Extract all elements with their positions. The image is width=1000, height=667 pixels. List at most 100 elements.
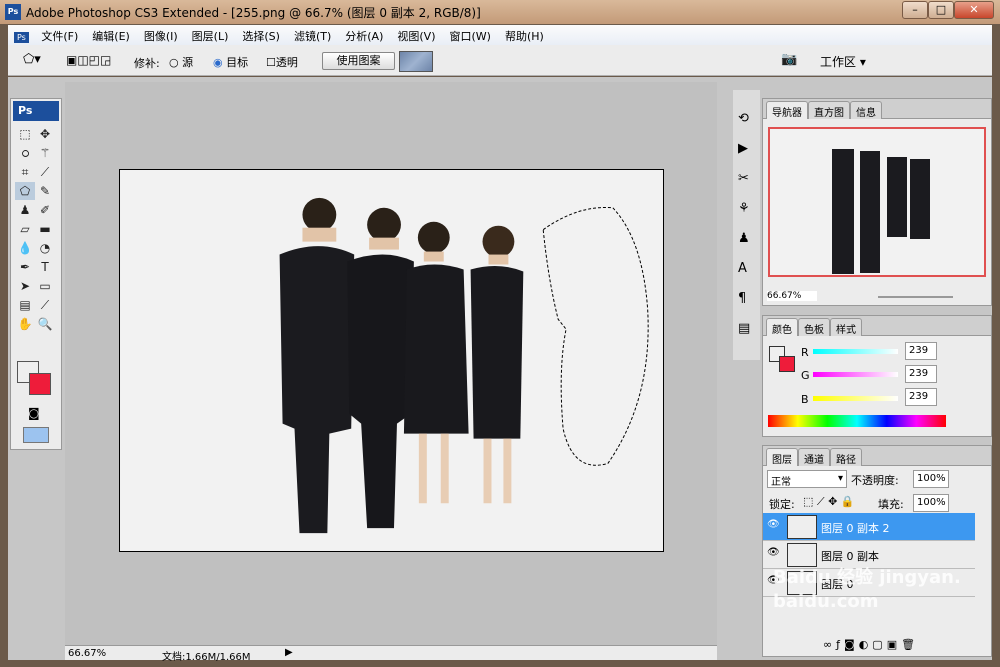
menu-edit[interactable]: 编辑(E)	[85, 25, 137, 44]
close-button[interactable]: ✕	[954, 1, 994, 19]
history-brush-tool-icon[interactable]: ✐	[35, 201, 55, 219]
gradient-tool-icon[interactable]: ▬	[35, 220, 55, 238]
character-icon[interactable]: A	[738, 254, 755, 284]
lock-icons[interactable]: ⬚ ⟋ ✥ 🔒	[803, 495, 855, 509]
bridge-icon[interactable]: 📷	[781, 52, 797, 67]
selection-mode-icons[interactable]: ▣◫◰◲	[66, 53, 111, 67]
zoom-level[interactable]: 66.67%	[68, 648, 106, 659]
marquee-tool-icon[interactable]: ⬚	[15, 125, 35, 143]
tab-color[interactable]: 颜色	[766, 318, 798, 336]
menu-window[interactable]: 窗口(W)	[442, 25, 497, 44]
dodge-tool-icon[interactable]: ◔	[35, 239, 55, 257]
use-pattern-button[interactable]: 使用图案	[322, 52, 395, 70]
tab-styles[interactable]: 样式	[830, 318, 862, 336]
fill-field[interactable]: 100%	[913, 494, 949, 512]
color-background[interactable]	[779, 356, 795, 372]
quick-mask-icon[interactable]: ◙	[28, 406, 40, 420]
tab-navigator[interactable]: 导航器	[766, 101, 808, 119]
layer-thumbnail	[787, 543, 817, 567]
path-select-tool-icon[interactable]: ➤	[15, 277, 35, 295]
background-color-swatch[interactable]	[29, 373, 51, 395]
r-value[interactable]: 239	[905, 342, 937, 360]
source-radio[interactable]: ○ 源	[169, 54, 193, 70]
move-tool-icon[interactable]: ✥	[35, 125, 55, 143]
clone-source-icon[interactable]: ♟	[738, 224, 755, 254]
workspace-menu[interactable]: 工作区 ▾	[820, 53, 866, 70]
menu-view[interactable]: 视图(V)	[390, 25, 442, 44]
zoom-tool-icon[interactable]: 🔍	[35, 315, 55, 333]
opacity-label: 不透明度:	[851, 474, 899, 487]
color-sampler-icon[interactable]: ⟋	[35, 296, 55, 314]
photoshop-logo-icon: Ps	[5, 4, 21, 20]
hand-tool-icon[interactable]: ✋	[15, 315, 35, 333]
layer-comps-icon[interactable]: ▤	[738, 314, 755, 344]
blend-mode-select[interactable]: 正常 ▾	[767, 470, 847, 488]
ps-menu-icon[interactable]: Ps	[14, 32, 29, 43]
image-canvas[interactable]	[119, 169, 664, 552]
navigator-zoom-slider[interactable]	[878, 296, 953, 298]
toolbox-logo: Ps	[13, 101, 59, 121]
tab-paths[interactable]: 路径	[830, 448, 862, 466]
tab-histogram[interactable]: 直方图	[808, 101, 850, 119]
blur-tool-icon[interactable]: 💧	[15, 239, 35, 257]
brush-tool-icon[interactable]: ✎	[35, 182, 55, 200]
g-slider[interactable]	[813, 372, 898, 377]
notes-tool-icon[interactable]: ▤	[15, 296, 35, 314]
stamp-tool-icon[interactable]: ♟	[15, 201, 35, 219]
tab-swatches[interactable]: 色板	[798, 318, 830, 336]
menu-image[interactable]: 图像(I)	[137, 25, 185, 44]
layer-row[interactable]: 👁 图层 0 副本 2	[763, 513, 975, 541]
navigator-preview[interactable]	[768, 127, 986, 277]
color-ramp[interactable]	[768, 415, 946, 427]
menu-select[interactable]: 选择(S)	[235, 25, 287, 44]
shape-tool-icon[interactable]: ▭	[35, 277, 55, 295]
layer-actions[interactable]: ∞ƒ◙◐▢▣🗑	[823, 638, 973, 651]
layer-row[interactable]: 👁 图层 0 副本	[763, 541, 975, 569]
opacity-field[interactable]: 100%	[913, 470, 949, 488]
transparent-checkbox[interactable]: ☐透明	[266, 54, 298, 70]
pattern-picker[interactable]	[399, 51, 433, 72]
document-size: 文档:1.66M/1.66M	[162, 652, 251, 663]
destination-radio[interactable]: ◉ 目标	[213, 54, 248, 70]
color-panel: 颜色 色板 样式 R 239 G 239 B 239	[762, 315, 992, 437]
r-slider[interactable]	[813, 349, 898, 354]
magic-wand-tool-icon[interactable]: ⚚	[35, 144, 55, 162]
tool-presets-icon[interactable]: ✂	[738, 164, 755, 194]
fill-label: 填充:	[878, 498, 904, 511]
minimize-button[interactable]: –	[902, 1, 928, 19]
menu-filter[interactable]: 滤镜(T)	[287, 25, 338, 44]
eyedropper-tool-icon[interactable]: ⟋	[35, 163, 55, 181]
destination-label: 目标	[226, 56, 249, 69]
type-tool-icon[interactable]: T	[35, 258, 55, 276]
baidu-watermark: Baidu 经验 jingyan.baidu.com	[773, 567, 961, 612]
eye-icon[interactable]: 👁	[767, 547, 780, 558]
tab-channels[interactable]: 通道	[798, 448, 830, 466]
screen-mode-icon[interactable]	[23, 427, 49, 443]
navigator-zoom[interactable]: 66.67%	[767, 291, 817, 301]
patch-tool-preset-icon[interactable]: ⬠▾	[23, 52, 41, 67]
lock-label: 锁定:	[769, 498, 795, 511]
eye-icon[interactable]: 👁	[767, 519, 780, 530]
eraser-tool-icon[interactable]: ▱	[15, 220, 35, 238]
history-icon[interactable]: ⟲	[738, 104, 755, 134]
pen-tool-icon[interactable]: ✒	[15, 258, 35, 276]
lasso-tool-icon[interactable]: ഠ	[15, 144, 35, 162]
tab-layers[interactable]: 图层	[766, 448, 798, 466]
b-slider[interactable]	[813, 396, 898, 401]
tab-info[interactable]: 信息	[850, 101, 882, 119]
g-label: G	[801, 369, 810, 382]
crop-tool-icon[interactable]: ⌗	[15, 163, 35, 181]
menu-file[interactable]: 文件(F)	[34, 25, 85, 44]
status-menu-arrow-icon[interactable]: ▶	[285, 647, 293, 658]
menu-layer[interactable]: 图层(L)	[185, 25, 236, 44]
menu-analysis[interactable]: 分析(A)	[338, 25, 390, 44]
title-bar: Ps Adobe Photoshop CS3 Extended - [255.p…	[0, 0, 1000, 24]
g-value[interactable]: 239	[905, 365, 937, 383]
paragraph-icon[interactable]: ¶	[738, 284, 755, 314]
b-value[interactable]: 239	[905, 388, 937, 406]
brushes-icon[interactable]: ⚘	[738, 194, 755, 224]
maximize-button[interactable]: □	[928, 1, 954, 19]
patch-tool-icon[interactable]: ⬠	[15, 182, 35, 200]
menu-help[interactable]: 帮助(H)	[498, 25, 551, 44]
actions-icon[interactable]: ▶	[738, 134, 755, 164]
